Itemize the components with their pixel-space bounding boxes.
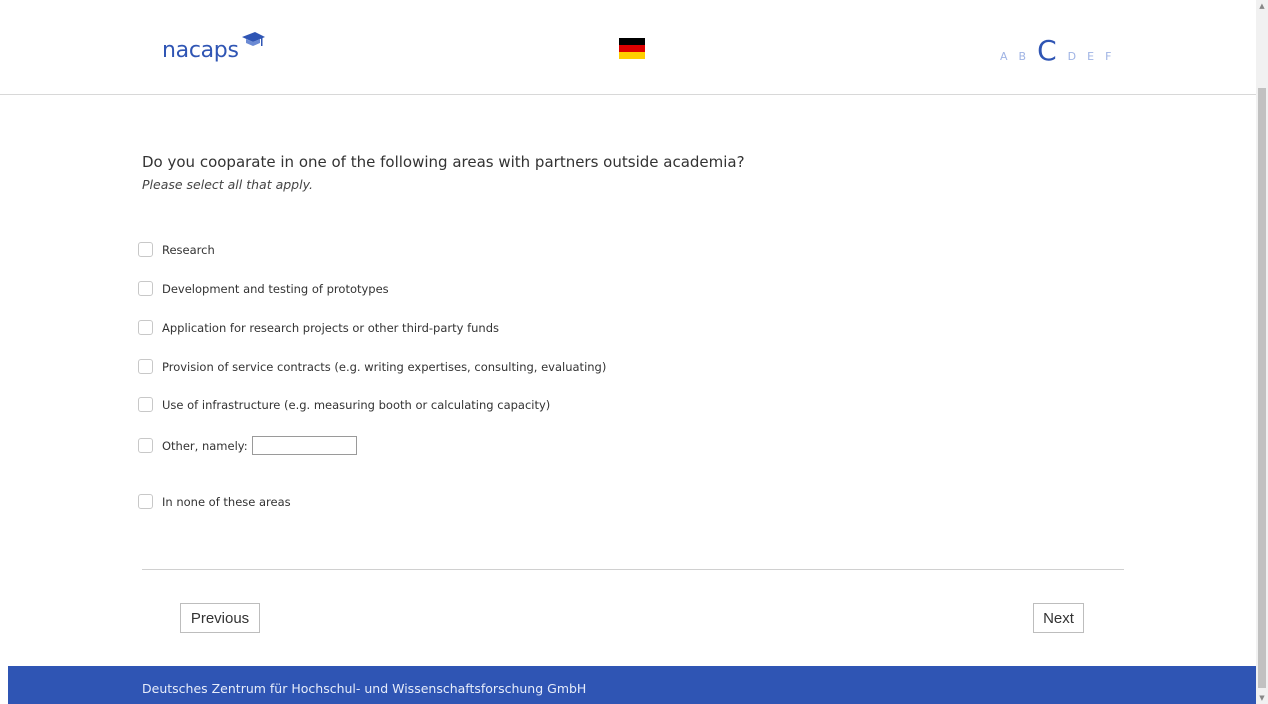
option-label: Research [162,242,215,257]
option-label: Application for research projects or oth… [162,320,499,335]
step-c-active: C [1037,34,1057,67]
survey-page: nacaps A B C D E F Do you cooparate in o… [0,0,1268,704]
divider [142,569,1124,570]
option-label: Use of infrastructure (e.g. measuring bo… [162,397,551,412]
logo-text: nacaps [162,38,239,63]
checkbox-service-contracts[interactable] [138,359,153,374]
checkbox-infrastructure[interactable] [138,397,153,412]
step-indicator: A B C D E F [1000,34,1111,67]
question-text: Do you cooparate in one of the following… [142,153,745,171]
option-label: Provision of service contracts (e.g. wri… [162,359,607,374]
option-other[interactable]: Other, namely: [138,436,357,455]
vertical-scrollbar[interactable]: ▲ ▼ [1256,0,1268,704]
graduation-cap-icon [242,32,265,46]
step-b: B [1018,50,1027,63]
checkbox-research[interactable] [138,242,153,257]
footer: Deutsches Zentrum für Hochschul- und Wis… [8,666,1256,704]
option-label: Development and testing of prototypes [162,281,389,296]
option-infrastructure[interactable]: Use of infrastructure (e.g. measuring bo… [138,397,550,412]
footer-text: Deutsches Zentrum für Hochschul- und Wis… [142,681,587,696]
option-label: In none of these areas [162,494,291,509]
option-prototypes[interactable]: Development and testing of prototypes [138,281,389,296]
step-a: A [1000,50,1008,63]
option-service-contracts[interactable]: Provision of service contracts (e.g. wri… [138,359,606,374]
question-instruction: Please select all that apply. [142,177,313,192]
checkbox-none[interactable] [138,494,153,509]
checkbox-prototypes[interactable] [138,281,153,296]
other-namely-input[interactable] [251,436,357,455]
option-label: Other, namely: [162,438,248,453]
option-third-party-funds[interactable]: Application for research projects or oth… [138,320,499,335]
option-research[interactable]: Research [138,242,215,257]
step-e: E [1087,50,1095,63]
scroll-up-icon[interactable]: ▲ [1256,0,1268,12]
next-button[interactable]: Next [1033,603,1084,633]
header: nacaps A B C D E F [0,0,1256,95]
step-d: D [1067,50,1077,63]
scrollbar-thumb[interactable] [1258,88,1266,688]
previous-button[interactable]: Previous [180,603,260,633]
option-none[interactable]: In none of these areas [138,494,291,509]
scroll-down-icon[interactable]: ▼ [1256,692,1268,704]
checkbox-third-party-funds[interactable] [138,320,153,335]
german-flag-icon[interactable] [619,38,645,59]
step-f: F [1105,50,1112,63]
checkbox-other[interactable] [138,438,153,453]
